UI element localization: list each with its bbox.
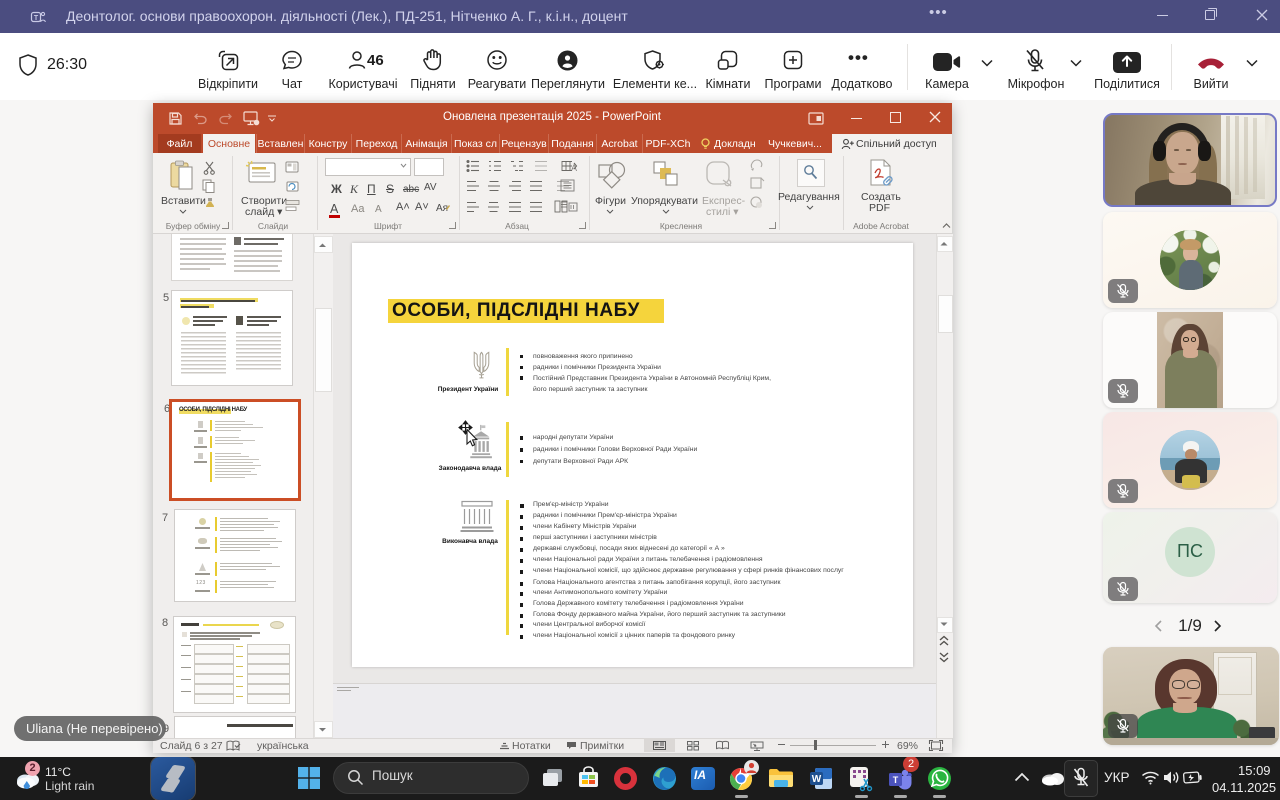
svg-text:Aя: Aя [436,203,448,214]
svg-text:T: T [893,775,899,785]
svg-text:T: T [34,15,39,22]
svg-text:W: W [812,774,822,785]
svg-text:A: A [571,163,577,173]
